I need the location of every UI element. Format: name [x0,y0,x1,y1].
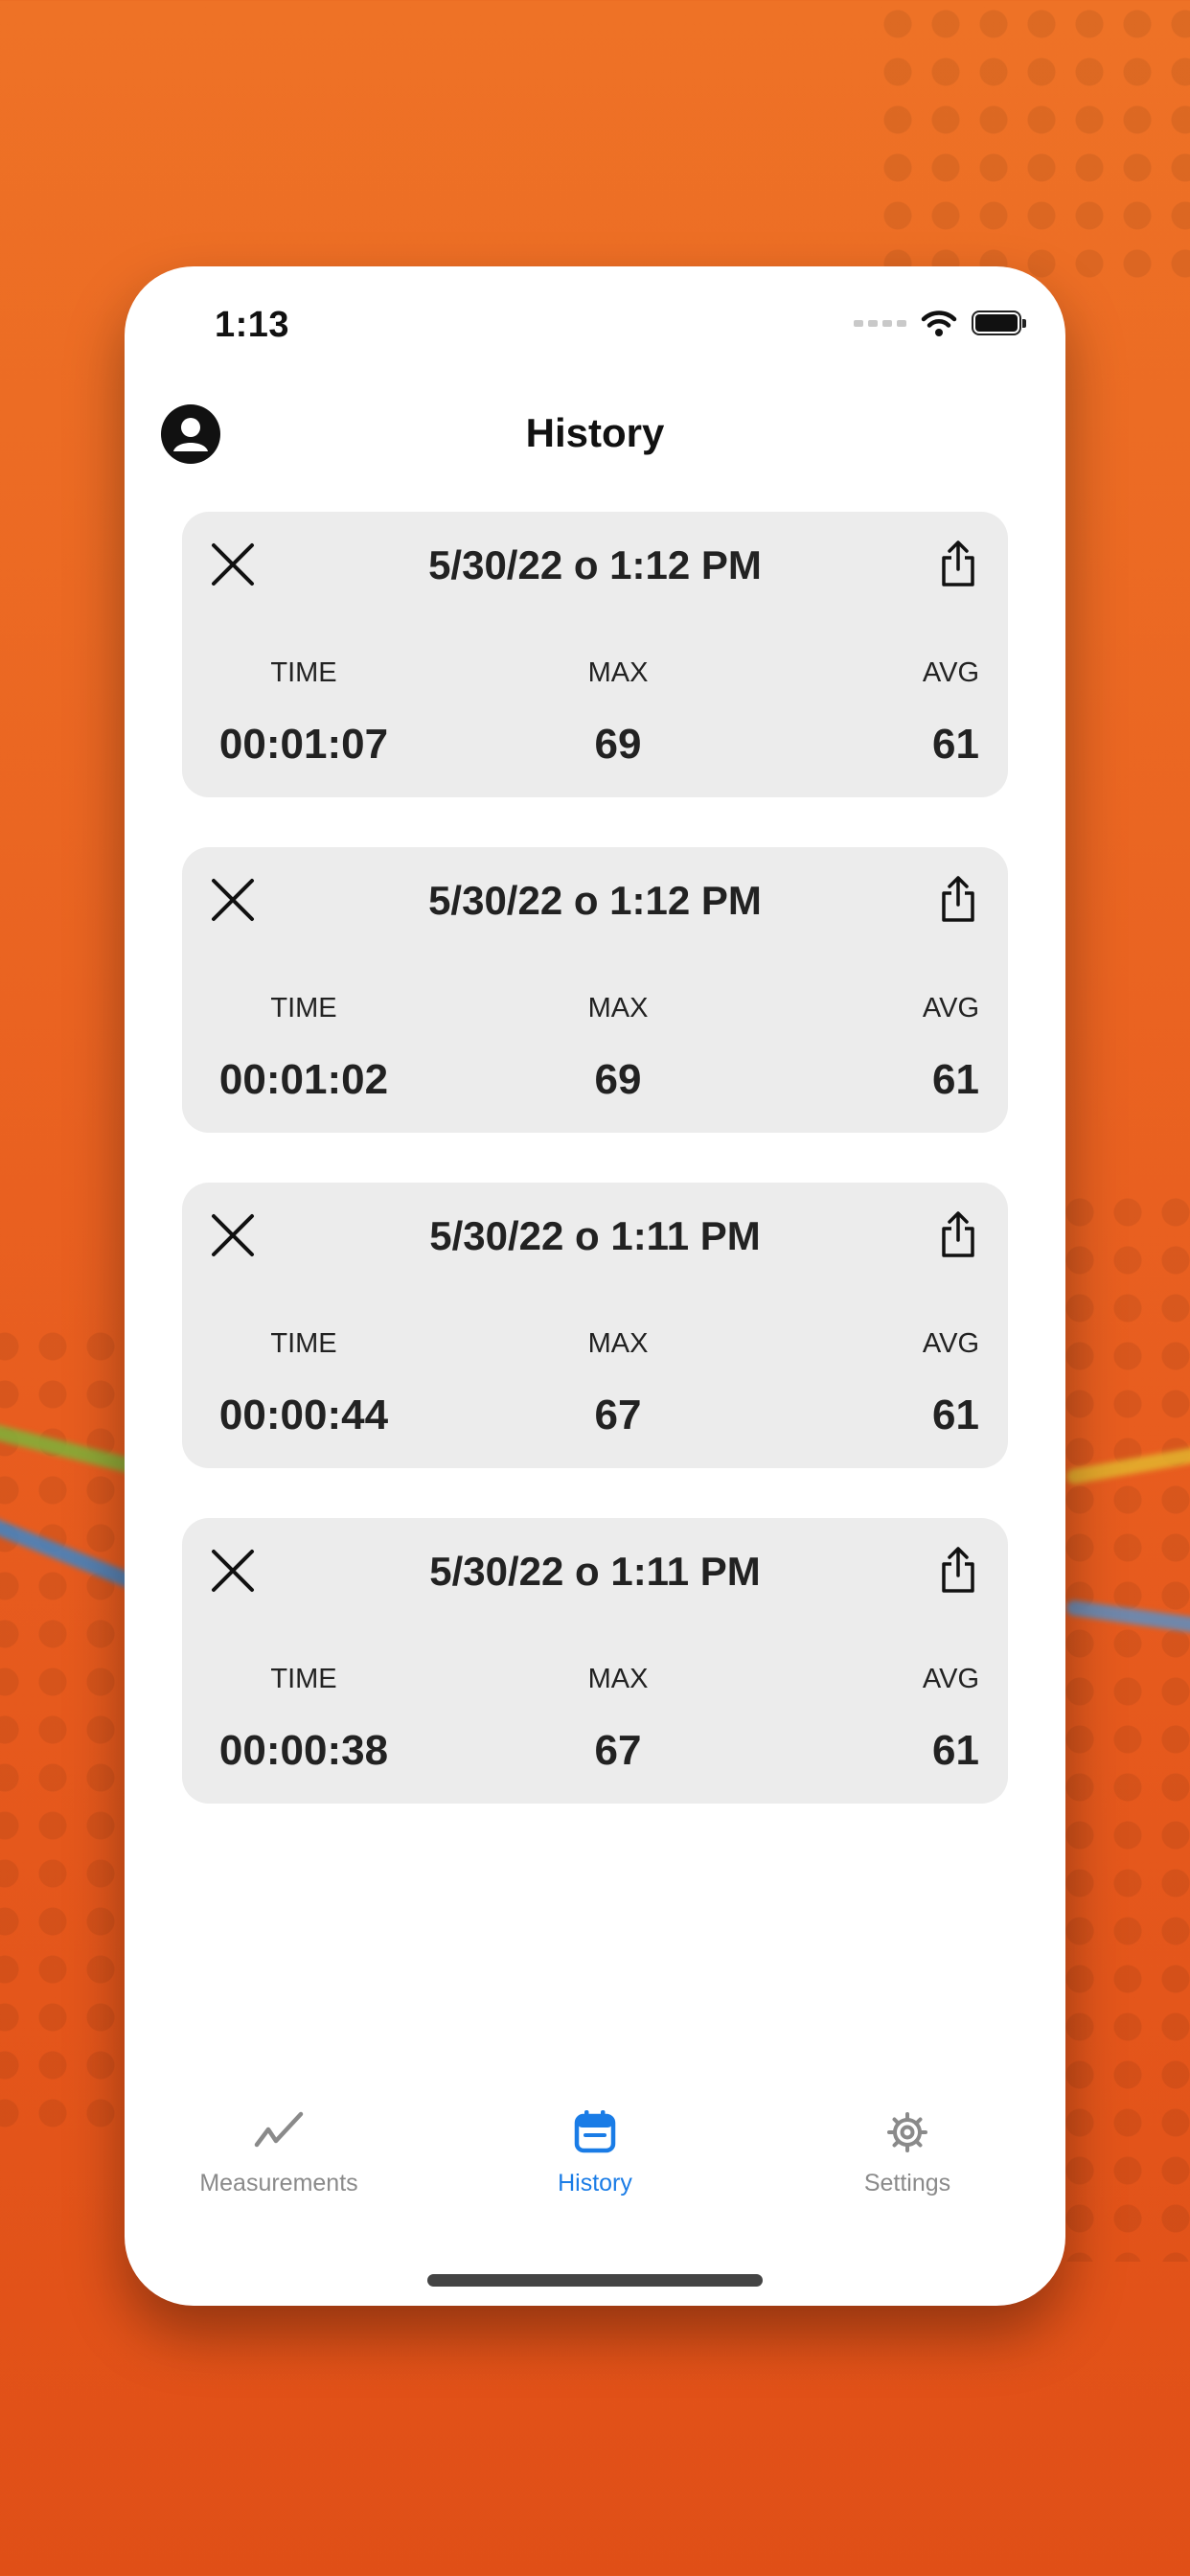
card-date: 5/30/22 o 1:12 PM [428,878,762,923]
avg-label: AVG [922,1328,979,1359]
page-title: History [525,410,665,455]
time-value: 00:00:44 [218,1392,389,1438]
time-value: 00:00:38 [218,1727,389,1774]
card-date: 5/30/22 o 1:12 PM [428,542,762,587]
share-icon[interactable] [937,1545,979,1595]
avg-value: 61 [932,1392,979,1438]
status-bar: 1:13 [125,266,1065,391]
card-date: 5/30/22 o 1:11 PM [429,1213,761,1258]
history-card[interactable]: 5/30/22 o 1:12 PM TIME MAX AVG 00:01:07 … [182,512,1008,797]
history-list: 5/30/22 o 1:12 PM TIME MAX AVG 00:01:07 … [182,512,1008,1853]
time-label: TIME [270,1664,337,1694]
max-value: 69 [594,721,642,768]
max-value: 67 [594,1727,642,1774]
phone-screen: 1:13 History 5/30/22 o 1:12 PM TIME MAX [125,266,1065,2306]
max-value: 69 [594,1056,642,1103]
battery-icon [972,310,1026,335]
tab-bar: Measurements History Settings [125,2104,1065,2306]
history-card[interactable]: 5/30/22 o 1:12 PM TIME MAX AVG 00:01:02 … [182,847,1008,1133]
background-dot-pattern [874,0,1190,288]
wifi-icon [921,310,957,336]
card-date: 5/30/22 o 1:11 PM [429,1549,761,1594]
max-label: MAX [587,1328,649,1359]
share-icon[interactable] [937,1209,979,1259]
tab-label: History [558,2170,632,2196]
tab-label: Settings [863,2170,951,2196]
history-card[interactable]: 5/30/22 o 1:11 PM TIME MAX AVG 00:00:44 … [182,1183,1008,1468]
time-label: TIME [270,1328,337,1359]
avg-label: AVG [922,1664,979,1694]
time-value: 00:01:07 [218,721,389,768]
max-value: 67 [594,1392,642,1438]
avg-value: 61 [932,1056,979,1103]
max-label: MAX [587,657,649,688]
cellular-signal-icon [854,319,906,327]
avg-label: AVG [922,657,979,688]
avg-label: AVG [922,993,979,1024]
share-icon[interactable] [937,539,979,588]
tab-history[interactable]: History [451,2106,739,2197]
time-value: 00:01:02 [218,1056,389,1103]
time-label: TIME [270,657,337,688]
tab-settings[interactable]: Settings [764,2106,1051,2197]
tab-label: Measurements [199,2170,358,2196]
background-dot-pattern [1056,1188,1190,2262]
history-card[interactable]: 5/30/22 o 1:11 PM TIME MAX AVG 00:00:38 … [182,1518,1008,1804]
gear-icon [887,2112,927,2152]
avg-value: 61 [932,1727,979,1774]
status-indicators [854,309,1026,337]
tab-measurements[interactable]: Measurements [135,2106,423,2197]
chart-line-icon [254,2111,304,2148]
navigation-bar: History [125,391,1065,496]
time-label: TIME [270,993,337,1024]
status-time: 1:13 [215,305,290,345]
max-label: MAX [587,993,649,1024]
share-icon[interactable] [937,874,979,924]
max-label: MAX [587,1664,649,1694]
avg-value: 61 [932,721,979,768]
calendar-icon [574,2110,616,2153]
home-indicator[interactable] [427,2274,763,2287]
